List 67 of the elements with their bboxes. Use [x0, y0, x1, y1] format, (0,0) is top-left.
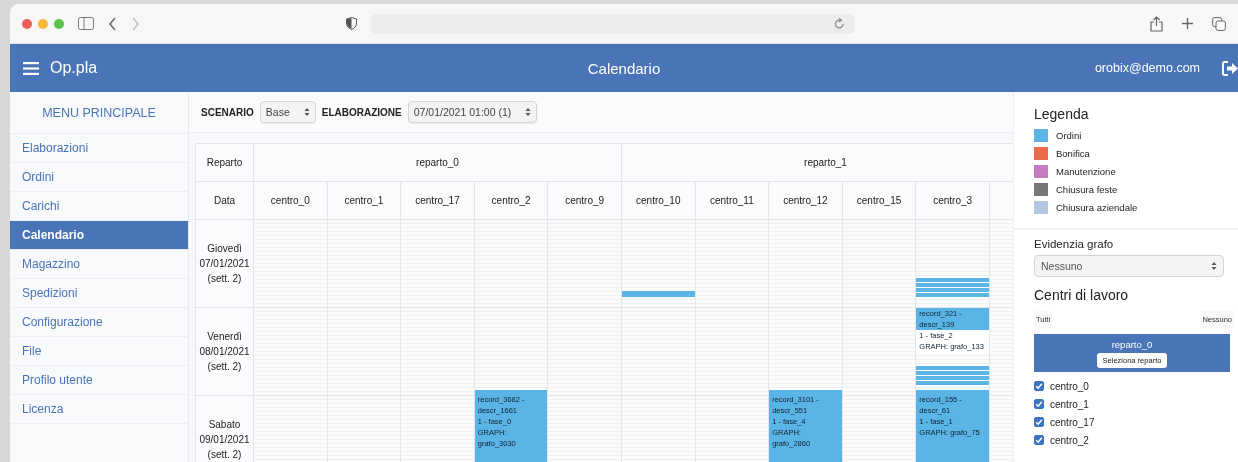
- elaborazione-label: ELABORAZIONE: [321, 106, 402, 118]
- department-name: reparto_0: [1111, 338, 1153, 350]
- reload-icon[interactable]: [834, 17, 845, 30]
- day-label: Giovedì 07/01/2021 (sett. 2): [199, 242, 250, 286]
- work-center-header: centro_9: [548, 182, 622, 220]
- highlight-select[interactable]: Nessuno: [1034, 255, 1224, 277]
- sidebar-item[interactable]: Configurazione: [10, 308, 188, 337]
- sidebar-item[interactable]: File: [10, 337, 188, 366]
- column-header: Data: [196, 182, 254, 220]
- work-center-header: centro_15: [842, 182, 917, 220]
- work-centers-title: Centri di lavoro: [1034, 287, 1130, 303]
- checkbox[interactable]: [1034, 381, 1044, 391]
- back-icon[interactable]: [108, 16, 117, 31]
- sidebar-item[interactable]: Elaborazioni: [10, 134, 188, 163]
- app-title[interactable]: Op.pla: [50, 59, 98, 77]
- legend-title: Legenda: [1034, 106, 1090, 122]
- work-center-header: centro_12: [769, 182, 843, 220]
- sidebar-item[interactable]: Licenza: [10, 395, 188, 424]
- sidebar-item[interactable]: Magazzino: [10, 250, 188, 279]
- sidebar-item[interactable]: Ordini: [10, 163, 188, 192]
- menu-title: MENU PRINCIPALE: [10, 92, 188, 134]
- work-center-header: centro_11: [695, 182, 770, 220]
- legend-label: Chiusura aziendale: [1056, 201, 1138, 213]
- legend-label: Bonifica: [1056, 147, 1090, 159]
- legend-label: Manutenzione: [1056, 165, 1116, 177]
- sidebar-item[interactable]: Spedizioni: [10, 279, 188, 308]
- highlight-label: Evidenzia grafo: [1034, 238, 1115, 250]
- scenario-label: SCENARIO: [201, 106, 254, 118]
- tabs-icon[interactable]: [1212, 16, 1226, 31]
- department-header: reparto_1: [621, 144, 1013, 182]
- shield-icon[interactable]: [346, 17, 357, 30]
- day-label: Sabato 09/01/2021 (sett. 2): [199, 418, 250, 462]
- work-center-header: centro_1: [327, 182, 402, 220]
- checkbox-label: centro_0: [1050, 380, 1089, 392]
- close-window-button[interactable]: [22, 18, 32, 29]
- sidebar-icon[interactable]: [78, 17, 94, 30]
- work-center-header: centro_17: [401, 182, 475, 220]
- event-stripes[interactable]: [916, 278, 989, 298]
- logout-icon[interactable]: [1222, 60, 1238, 76]
- work-center-header: centro_2: [474, 182, 549, 220]
- checkbox-label: centro_1: [1050, 398, 1089, 410]
- sidebar-item[interactable]: Profilo utente: [10, 366, 188, 395]
- legend-label: Chiusura feste: [1056, 183, 1118, 195]
- page-title: Calendario: [587, 59, 661, 77]
- work-center-header: centro_10: [621, 182, 696, 220]
- updown-icon: [525, 107, 532, 117]
- work-center-header: centro_0: [254, 182, 328, 220]
- checkbox-label: centro_17: [1050, 416, 1095, 428]
- checkbox[interactable]: [1034, 399, 1044, 409]
- updown-icon: [1211, 261, 1217, 271]
- checkbox[interactable]: [1034, 435, 1044, 445]
- scenario-select[interactable]: Base: [259, 101, 316, 123]
- day-label: Venerdì 08/01/2021 (sett. 2): [199, 330, 250, 374]
- elaborazione-select[interactable]: 07/01/2021 01:00 (1): [407, 101, 538, 123]
- checkbox[interactable]: [1034, 417, 1044, 427]
- checkbox-label: centro_2: [1050, 434, 1089, 446]
- menu-icon[interactable]: [23, 61, 39, 75]
- user-email: orobix@demo.com: [1094, 61, 1200, 75]
- share-icon[interactable]: [1150, 15, 1163, 32]
- column-header: Reparto: [196, 144, 254, 182]
- legend-label: Ordini: [1056, 129, 1082, 141]
- updown-icon: [303, 107, 310, 117]
- sidebar-item[interactable]: Calendario: [10, 221, 188, 250]
- event-stripes[interactable]: [916, 366, 989, 386]
- new-tab-icon[interactable]: [1181, 17, 1194, 30]
- department-header: reparto_0: [254, 144, 622, 182]
- work-center-header: centro_3: [916, 182, 990, 220]
